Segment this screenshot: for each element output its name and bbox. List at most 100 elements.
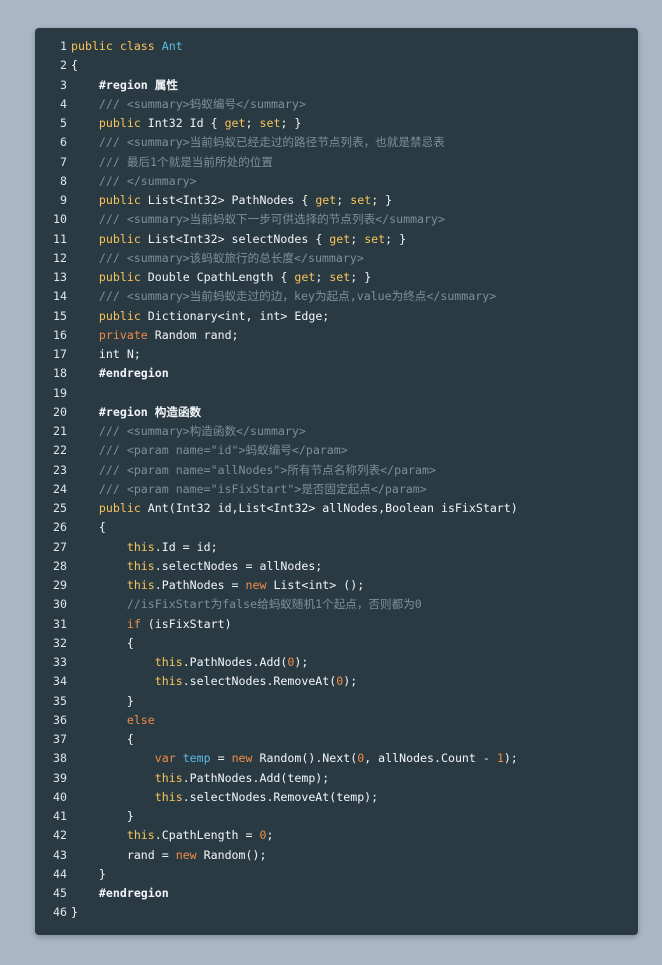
code-line: 27 this.Id = id; bbox=[35, 538, 638, 557]
code-line: 43 rand = new Random(); bbox=[35, 846, 638, 865]
code-token: , allNodes.Count - bbox=[364, 751, 497, 766]
code-text: #endregion bbox=[67, 884, 169, 903]
code-text: /// <summary>蚂蚁编号</summary> bbox=[67, 95, 306, 114]
code-text: public Ant(Int32 id,List<Int32> allNodes… bbox=[67, 499, 518, 518]
line-number: 28 bbox=[53, 558, 67, 573]
code-line: 35 } bbox=[35, 692, 638, 711]
code-text: public Double CpathLength { get; set; } bbox=[67, 268, 371, 287]
code-token: ); bbox=[294, 655, 309, 669]
code-token: public bbox=[98, 270, 148, 284]
code-text: { bbox=[67, 518, 106, 537]
code-text: this.PathNodes = new List<int> (); bbox=[67, 576, 364, 595]
line-number: 26 bbox=[53, 520, 67, 535]
line-number: 10 bbox=[53, 212, 67, 227]
code-token: .CpathLength = bbox=[154, 828, 260, 843]
code-text: this.CpathLength = 0; bbox=[67, 826, 274, 845]
code-text: { bbox=[67, 56, 78, 75]
line-number: 2 bbox=[60, 58, 67, 73]
code-token: Random().Next( bbox=[259, 751, 358, 766]
code-token: .selectNodes.RemoveAt( bbox=[182, 674, 337, 689]
code-token: /// <param name="isFixStart">是否固定起点</par… bbox=[98, 481, 427, 496]
code-text: } bbox=[67, 903, 78, 922]
code-token: /// <summary>当前蚂蚁下一步可供选择的节点列表</summary> bbox=[98, 212, 445, 227]
code-token: this bbox=[154, 674, 183, 689]
code-token: set bbox=[364, 231, 386, 246]
code-text: private Random rand; bbox=[67, 326, 239, 345]
code-text: #region 属性 bbox=[67, 76, 178, 95]
code-token: ; bbox=[350, 231, 365, 246]
code-text: #endregion bbox=[67, 364, 169, 383]
line-number: 29 bbox=[53, 578, 67, 592]
code-token: public class bbox=[71, 39, 162, 53]
code-token: { bbox=[71, 58, 78, 73]
line-number: 27 bbox=[53, 539, 67, 554]
line-number: 6 bbox=[60, 135, 67, 150]
line-number: 9 bbox=[60, 193, 67, 207]
code-line: 9 public List<Int32> PathNodes { get; se… bbox=[35, 191, 638, 210]
code-token: List<Int32> PathNodes { bbox=[147, 193, 316, 207]
code-token: this bbox=[126, 539, 155, 554]
code-text: /// <param name="allNodes">所有节点名称列表</par… bbox=[67, 461, 436, 480]
code-line: 16 private Random rand; bbox=[35, 326, 638, 345]
code-token: public bbox=[98, 308, 148, 323]
code-token: else bbox=[126, 712, 155, 727]
code-token: Random rand; bbox=[154, 327, 239, 342]
line-number: 30 bbox=[53, 597, 67, 612]
code-line: 32 { bbox=[35, 634, 638, 653]
code-token: var bbox=[154, 751, 183, 766]
line-number: 23 bbox=[53, 462, 67, 477]
code-line: 10 /// <summary>当前蚂蚁下一步可供选择的节点列表</summar… bbox=[35, 210, 638, 229]
code-token: Ant bbox=[161, 39, 183, 53]
code-line: 39 this.PathNodes.Add(temp); bbox=[35, 769, 638, 788]
code-token: public bbox=[98, 116, 148, 130]
code-line: 42 this.CpathLength = 0; bbox=[35, 826, 638, 845]
line-number: 14 bbox=[53, 289, 67, 304]
code-text: public List<Int32> PathNodes { get; set;… bbox=[67, 191, 392, 210]
code-line: 36 else bbox=[35, 711, 638, 730]
code-token: } bbox=[71, 905, 78, 920]
code-block: 1 public class Ant 2{3 #region 属性 4 /// <su… bbox=[35, 28, 638, 935]
line-number: 5 bbox=[60, 116, 67, 130]
code-text: var temp = new Random().Next(0, allNodes… bbox=[67, 749, 518, 768]
code-line: 18 #endregion bbox=[35, 364, 638, 383]
code-token: { bbox=[126, 635, 134, 650]
code-token: #region 属性 bbox=[98, 77, 178, 92]
code-token: get bbox=[329, 231, 351, 246]
code-token: Ant(Int32 id,List<Int32> allNodes,Boolea… bbox=[147, 501, 518, 515]
code-text: /// <summary>当前蚂蚁走过的边，key为起点,value为终点</s… bbox=[67, 287, 496, 306]
code-token: .PathNodes = bbox=[154, 578, 246, 592]
code-token: .PathNodes.Add(temp); bbox=[182, 770, 330, 785]
code-text: } bbox=[67, 865, 106, 884]
code-token: /// <param name="allNodes">所有节点名称列表</par… bbox=[98, 462, 436, 477]
code-line: 40 this.selectNodes.RemoveAt(temp); bbox=[35, 788, 638, 807]
line-number: 8 bbox=[60, 173, 67, 188]
code-line: 22 /// <param name="id">蚂蚁编号</param> bbox=[35, 441, 638, 460]
line-number: 46 bbox=[53, 905, 67, 920]
line-number: 33 bbox=[53, 655, 67, 669]
code-line: 30 //isFixStart为false给蚂蚁随机1个起点，否则都为0 bbox=[35, 595, 638, 614]
code-token: public bbox=[98, 193, 148, 207]
line-number: 21 bbox=[53, 424, 67, 438]
code-token: .PathNodes.Add( bbox=[182, 655, 288, 669]
line-number: 32 bbox=[53, 635, 67, 650]
code-token: new bbox=[231, 751, 260, 766]
line-number: 7 bbox=[60, 154, 67, 169]
code-text: public Dictionary<int, int> Edge; bbox=[67, 307, 329, 326]
line-number: 13 bbox=[53, 270, 67, 284]
code-line: 38 var temp = new Random().Next(0, allNo… bbox=[35, 749, 638, 768]
code-text: if (isFixStart) bbox=[67, 615, 232, 634]
line-number: 37 bbox=[53, 732, 67, 746]
line-number: 4 bbox=[60, 96, 67, 111]
code-token: public bbox=[98, 231, 148, 246]
code-line: 34 this.selectNodes.RemoveAt(0); bbox=[35, 672, 638, 691]
code-token: ); bbox=[343, 674, 358, 689]
code-token: set bbox=[329, 270, 351, 284]
code-line: 37 { bbox=[35, 730, 638, 749]
line-number: 15 bbox=[53, 308, 67, 323]
code-line: 8 /// </summary> bbox=[35, 172, 638, 191]
code-text: } bbox=[67, 692, 134, 711]
code-line: 13 public Double CpathLength { get; set;… bbox=[35, 268, 638, 287]
code-line: 3 #region 属性 bbox=[35, 76, 638, 95]
code-text: { bbox=[67, 730, 134, 749]
code-line: 14 /// <summary>当前蚂蚁走过的边，key为起点,value为终点… bbox=[35, 287, 638, 306]
